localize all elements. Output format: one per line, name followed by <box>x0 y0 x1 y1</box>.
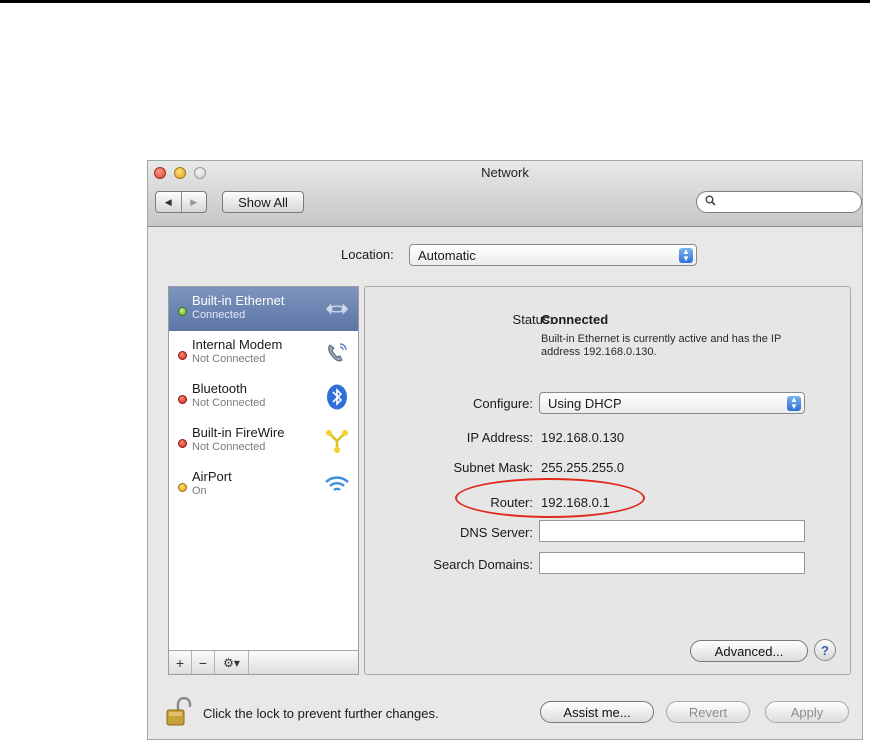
status-dot-red <box>178 351 187 360</box>
status-dot-red <box>178 439 187 448</box>
apply-button[interactable]: Apply <box>765 701 849 723</box>
service-name: Internal Modem <box>192 337 283 352</box>
service-status: Connected <box>192 309 246 321</box>
top-rule <box>0 0 870 3</box>
configure-value: Using DHCP <box>548 396 622 411</box>
help-button[interactable]: ? <box>814 639 836 661</box>
location-label: Location: <box>341 247 394 262</box>
back-button[interactable]: ◀ <box>156 192 181 212</box>
service-item-built-in-firewire[interactable]: Built-in FireWire Not Connected <box>169 419 358 463</box>
service-status: Not Connected <box>192 353 266 365</box>
service-list-toolbar: + − ⚙▾ <box>169 650 358 674</box>
location-popup[interactable]: Automatic ▲ ▼ <box>409 244 697 266</box>
popup-arrows-icon: ▲ ▼ <box>787 396 801 411</box>
search-domains-field[interactable] <box>539 552 805 574</box>
service-item-internal-modem[interactable]: Internal Modem Not Connected <box>169 331 358 375</box>
service-item-airport[interactable]: AirPort On <box>169 463 358 507</box>
assist-me-button[interactable]: Assist me... <box>540 701 654 723</box>
lock-message: Click the lock to prevent further change… <box>203 706 439 721</box>
firewire-icon <box>324 428 350 454</box>
location-value: Automatic <box>418 248 476 263</box>
ip-address-value: 192.168.0.130 <box>541 430 625 445</box>
dns-server-label: DNS Server: <box>460 525 533 540</box>
service-name: Built-in FireWire <box>192 425 285 440</box>
lock-icon[interactable] <box>166 696 192 727</box>
back-forward-control: ◀ ▶ <box>155 191 207 213</box>
configure-popup[interactable]: Using DHCP ▲ ▼ <box>539 392 805 414</box>
service-name: AirPort <box>192 469 232 484</box>
search-domains-label: Search Domains: <box>433 557 533 572</box>
service-status: Not Connected <box>192 397 266 409</box>
subnet-mask-label: Subnet Mask: <box>453 460 534 475</box>
status-dot-yellow <box>178 483 187 492</box>
search-input[interactable] <box>719 194 855 210</box>
service-name: Bluetooth <box>192 381 247 396</box>
service-status: Not Connected <box>192 441 266 453</box>
bluetooth-icon <box>324 384 350 410</box>
window-title: Network <box>481 165 529 180</box>
search-field[interactable] <box>696 191 862 213</box>
phone-icon <box>324 340 350 366</box>
status-description: Built-in Ethernet is currently active an… <box>541 333 782 358</box>
advanced-button[interactable]: Advanced... <box>690 640 808 662</box>
add-service-button[interactable]: + <box>169 651 192 674</box>
service-name: Built-in Ethernet <box>192 293 285 308</box>
subnet-mask-value: 255.255.255.0 <box>541 460 625 475</box>
network-preferences-window: Network ◀ ▶ Show All Location: Automatic… <box>147 160 863 740</box>
service-item-bluetooth[interactable]: Bluetooth Not Connected <box>169 375 358 419</box>
title-bar: Network ◀ ▶ Show All <box>148 161 862 227</box>
ip-address-label: IP Address: <box>466 430 533 445</box>
dns-server-field[interactable] <box>539 520 805 542</box>
forward-button[interactable]: ▶ <box>180 192 207 212</box>
status-value: Connected <box>541 312 609 327</box>
service-item-built-in-ethernet[interactable]: Built-in Ethernet Connected <box>169 287 358 331</box>
ethernet-icon <box>324 296 350 322</box>
revert-button[interactable]: Revert <box>666 701 750 723</box>
configure-label: Configure: <box>473 396 533 411</box>
show-all-button[interactable]: Show All <box>222 191 304 213</box>
gear-icon[interactable]: ⚙▾ <box>215 651 249 674</box>
service-list: Built-in Ethernet Connected Internal Mod… <box>168 286 359 675</box>
wifi-icon <box>324 472 350 498</box>
remove-service-button[interactable]: − <box>192 651 215 674</box>
router-highlight-annotation <box>455 478 645 518</box>
popup-arrows-icon: ▲ ▼ <box>679 248 693 263</box>
status-dot-green <box>178 307 187 316</box>
magnifier-icon <box>705 195 716 209</box>
service-status: On <box>192 485 207 497</box>
status-dot-red <box>178 395 187 404</box>
service-detail-panel: Status: Connected Built-in Ethernet is c… <box>364 286 851 675</box>
